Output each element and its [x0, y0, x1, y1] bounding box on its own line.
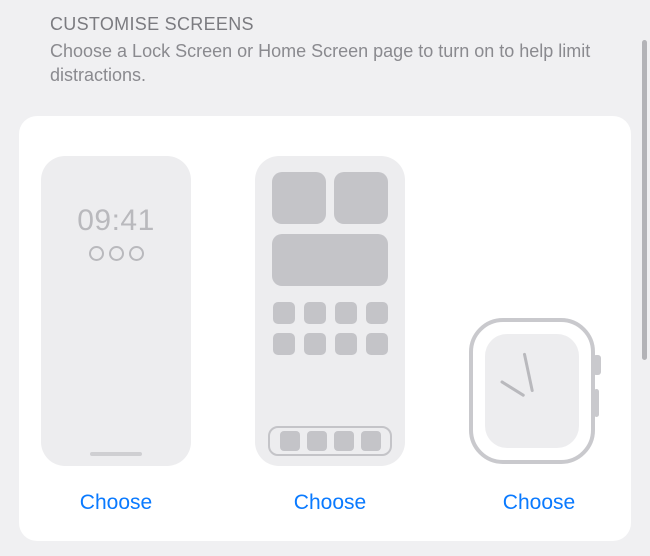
watch-preview[interactable]	[469, 311, 609, 471]
watch-minute-hand-icon	[523, 352, 534, 392]
watch-face-icon	[485, 334, 579, 448]
lock-screen-widget-icon	[89, 246, 144, 261]
watch-option: Choose	[469, 156, 609, 519]
watch-crown-icon	[593, 355, 601, 375]
section-description: Choose a Lock Screen or Home Screen page…	[50, 39, 600, 88]
lock-screen-preview[interactable]: 09:41	[41, 156, 191, 466]
home-screen-preview[interactable]	[255, 156, 405, 466]
lock-screen-time: 09:41	[77, 204, 155, 238]
choose-watch-button[interactable]: Choose	[493, 487, 585, 519]
lock-screen-option: 09:41 Choose	[41, 156, 191, 519]
scrollbar[interactable]	[642, 40, 647, 360]
home-indicator-icon	[90, 452, 142, 456]
section-title: CUSTOMISE SCREENS	[50, 14, 600, 35]
watch-hour-hand-icon	[500, 379, 525, 396]
home-screen-option: Choose	[255, 156, 405, 519]
app-grid-icon	[273, 302, 388, 355]
dock-icon	[268, 426, 392, 456]
widget-row-icon	[270, 172, 390, 224]
watch-body-icon	[469, 318, 595, 464]
choose-home-screen-button[interactable]: Choose	[284, 487, 376, 519]
section-header: CUSTOMISE SCREENS Choose a Lock Screen o…	[0, 0, 650, 98]
customise-screens-card: 09:41 Choose	[19, 116, 631, 541]
choose-lock-screen-button[interactable]: Choose	[70, 487, 162, 519]
watch-side-button-icon	[594, 389, 599, 417]
widget-wide-icon	[272, 234, 388, 286]
